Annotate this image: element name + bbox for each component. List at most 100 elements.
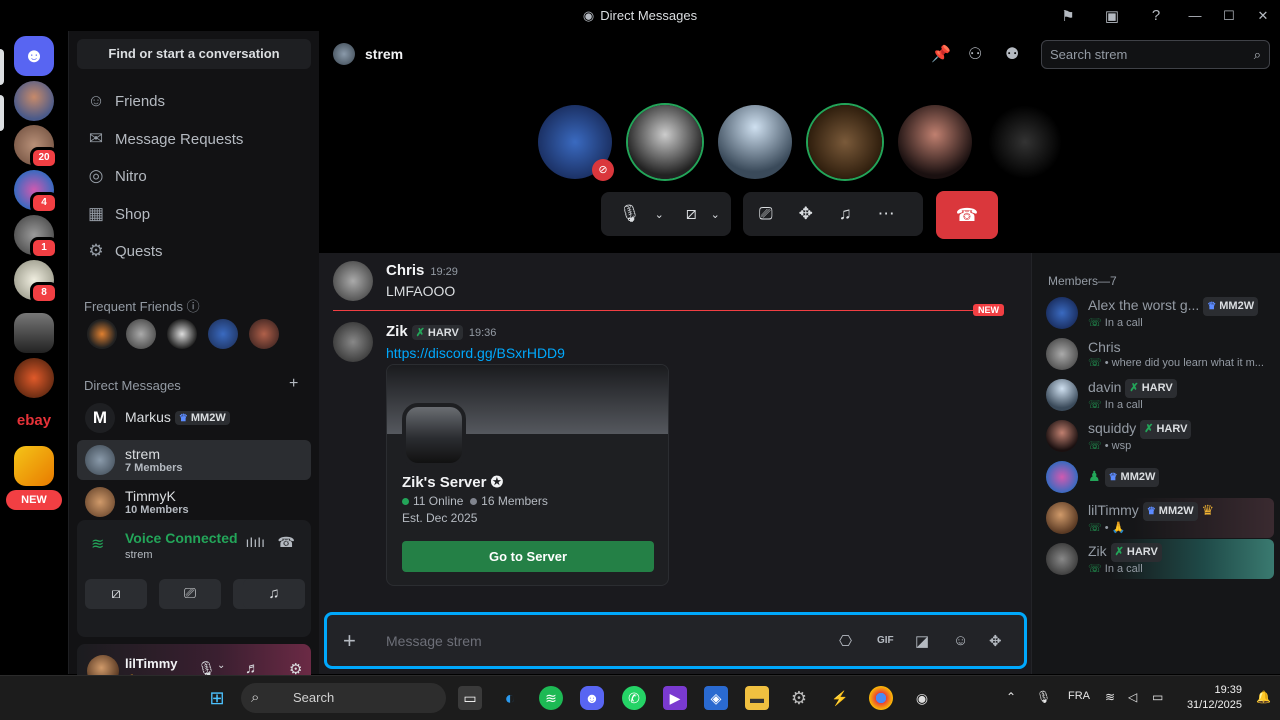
microphone-icon[interactable]: 🎙 [619,204,641,224]
server-9[interactable] [14,446,54,486]
soundboard-button[interactable]: ♫ [243,579,305,609]
sticker-icon[interactable]: ◪ [915,632,929,650]
gif-icon[interactable]: GIF [877,635,894,646]
add-friend-icon[interactable]: ⚇ [968,44,982,64]
chevron-down-icon[interactable]: ⌄ [655,208,664,221]
add-dm-icon[interactable]: + [289,375,298,393]
language-indicator[interactable]: FRA [1068,690,1090,702]
member-item[interactable]: squiddyHARV☏• wsp [1040,416,1274,456]
dm-item-markus[interactable]: M MarkusMM2W [77,398,311,438]
microphone-icon[interactable]: 🎙 [1036,690,1051,704]
message-author[interactable]: Zik [386,323,408,340]
message-author[interactable]: Chris [386,262,424,279]
emoji-icon[interactable]: ☺ [953,632,968,649]
screenshare-button[interactable]: ⎚ [159,579,221,609]
flag-icon[interactable]: ⚑ [1046,7,1090,25]
member-list-icon[interactable]: ⚉ [1005,44,1019,64]
gift-icon[interactable]: ⎔ [839,632,852,650]
spotify-icon[interactable]: ≋ [539,686,563,710]
app-icon[interactable]: ⚡ [828,686,852,710]
whatsapp-icon[interactable]: ✆ [622,686,646,710]
clipchamp-icon[interactable]: ▶ [663,686,687,710]
github-icon[interactable]: ◉ [910,686,934,710]
chevron-up-icon[interactable]: ⌃ [1006,690,1016,704]
frequent-friend-avatar[interactable] [249,319,279,349]
member-item[interactable]: Alex the worst g...MM2W☏In a call [1040,293,1274,333]
maximize-button[interactable]: ☐ [1212,8,1246,24]
wifi-icon[interactable]: ≋ [1105,690,1115,704]
member-item[interactable]: davinHARV☏In a call [1040,375,1274,415]
find-conversation-button[interactable]: Find or start a conversation [77,39,311,69]
nav-message-requests[interactable]: ✉ Message Requests [77,122,311,156]
soundboard-icon[interactable]: ıIıIı [246,534,265,550]
edge-icon[interactable]: ◐ [498,686,522,710]
dm-item-timmyk[interactable]: TimmyK 10 Members [77,482,311,522]
server-voice[interactable] [14,81,54,121]
chrome-icon[interactable] [869,686,893,710]
inbox-icon[interactable]: ▣ [1090,7,1134,25]
member-item[interactable]: ♟MM2W [1040,457,1274,497]
volume-icon[interactable]: ◁ [1128,690,1137,704]
call-participant[interactable] [898,105,972,179]
hang-up-button[interactable]: ☎ [936,191,998,239]
avatar[interactable] [333,322,373,362]
member-item[interactable]: lilTimmyMM2W ♛☏• 🙏 [1040,498,1274,538]
call-participant[interactable] [988,105,1062,179]
help-icon[interactable]: ? [1134,7,1178,24]
frequent-friend-avatar[interactable] [87,319,117,349]
search-input[interactable]: Search strem ⌕ [1041,40,1270,69]
call-participant[interactable] [718,105,792,179]
message-input[interactable]: Message strem [386,633,482,649]
server-2[interactable]: 20 [14,125,58,169]
server-6[interactable] [14,313,54,353]
frequent-friend-avatar[interactable] [167,319,197,349]
taskbar-search[interactable]: ⌕ Search [241,683,446,713]
server-3[interactable]: 4 [14,170,58,214]
apps-icon[interactable]: ✥ [989,632,1002,650]
chevron-down-icon[interactable]: ⌄ [217,660,225,671]
server-4[interactable]: 1 [14,215,58,259]
dm-item-strem[interactable]: strem 7 Members [77,440,311,480]
pin-icon[interactable]: 📌 [931,44,951,64]
call-participant[interactable] [628,105,702,179]
camera-off-button[interactable]: ⧄ [85,579,147,609]
call-participant[interactable]: ⊘ [538,105,614,181]
minimize-button[interactable]: — [1178,8,1212,23]
server-5[interactable]: 8 [14,260,58,304]
message-composer[interactable]: + Message strem ⎔ GIF ◪ ☺ ✥ [324,612,1027,669]
clock[interactable]: 19:39 31/12/2025 [1187,683,1242,713]
screenshare-icon[interactable]: ⎚ [759,204,773,224]
notification-bell-icon[interactable]: 🔔 [1256,690,1271,704]
file-explorer-icon[interactable]: ▬ [745,686,769,710]
home-button[interactable]: ☻ [14,36,54,76]
nav-quests[interactable]: ⚙ Quests [77,234,311,268]
battery-icon[interactable]: ▭ [1152,690,1163,704]
avatar[interactable] [333,261,373,301]
invite-link[interactable]: https://discord.gg/BSxrHDD9 [386,345,565,361]
chevron-down-icon[interactable]: ⌄ [711,208,720,221]
camera-off-icon[interactable]: ⧄ [686,204,697,224]
windows-start-icon[interactable]: ⊞ [205,686,229,710]
settings-icon[interactable]: ⚙ [787,686,811,710]
more-icon[interactable]: ⋯ [878,204,895,224]
new-pill[interactable]: NEW [6,490,62,510]
voice-channel[interactable]: strem [125,549,153,561]
frequent-friend-avatar[interactable] [208,319,238,349]
close-button[interactable]: ✕ [1246,8,1280,24]
server-7[interactable] [14,358,54,398]
activities-icon[interactable]: ✥ [799,204,813,224]
info-icon[interactable]: ⓘ [187,299,200,314]
member-item[interactable]: Chris ☏ • where did you learn what it m... [1040,334,1274,374]
attach-plus-icon[interactable]: + [343,628,356,654]
nav-friends[interactable]: ☺ Friends [77,84,311,118]
call-participant[interactable] [808,105,882,179]
go-to-server-button[interactable]: Go to Server [402,541,654,572]
discord-taskbar-icon[interactable]: ☻ [580,686,604,710]
server-ebay[interactable]: ebay [14,401,54,441]
nav-nitro[interactable]: ◎ Nitro [77,159,311,193]
frequent-friend-avatar[interactable] [126,319,156,349]
soundboard-icon[interactable]: ♫ [839,204,852,224]
task-view-icon[interactable]: ▭ [458,686,482,710]
disconnect-icon[interactable]: ☎ [278,534,295,551]
app-icon[interactable]: ◈ [704,686,728,710]
